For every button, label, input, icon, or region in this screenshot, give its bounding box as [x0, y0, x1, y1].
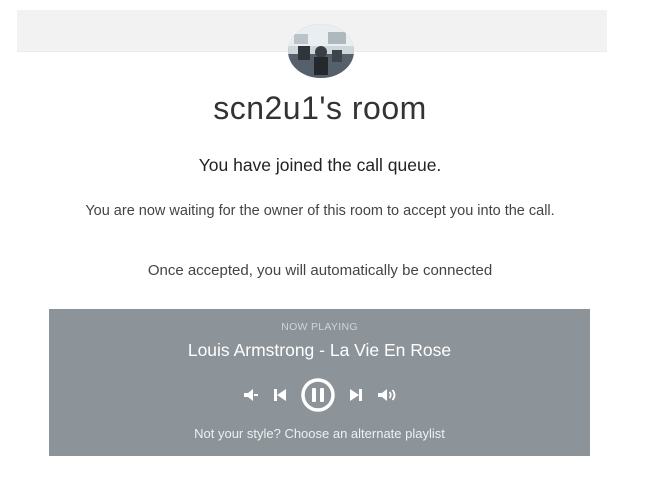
alternate-playlist-link[interactable]: Not your style? Choose an alternate play… [49, 426, 590, 441]
now-playing-label: NOW PLAYING [281, 321, 358, 333]
pause-icon[interactable] [300, 377, 336, 413]
room-owner-avatar [288, 24, 354, 78]
next-track-icon[interactable] [348, 387, 364, 403]
volume-up-icon[interactable] [376, 387, 398, 403]
page: scn2u1's room You have joined the call q… [0, 0, 653, 504]
volume-down-icon[interactable] [242, 387, 260, 403]
accepted-message: Once accepted, you will automatically be… [147, 262, 493, 279]
room-title: scn2u1's room [213, 90, 427, 126]
previous-track-icon[interactable] [272, 387, 288, 403]
music-player: NOW PLAYING Louis Armstrong - La Vie En … [49, 309, 590, 456]
player-controls [49, 377, 590, 413]
track-title: Louis Armstrong - La Vie En Rose [187, 340, 452, 360]
queue-status-heading: You have joined the call queue. [198, 155, 442, 175]
waiting-message: You are now waiting for the owner of thi… [85, 203, 555, 219]
